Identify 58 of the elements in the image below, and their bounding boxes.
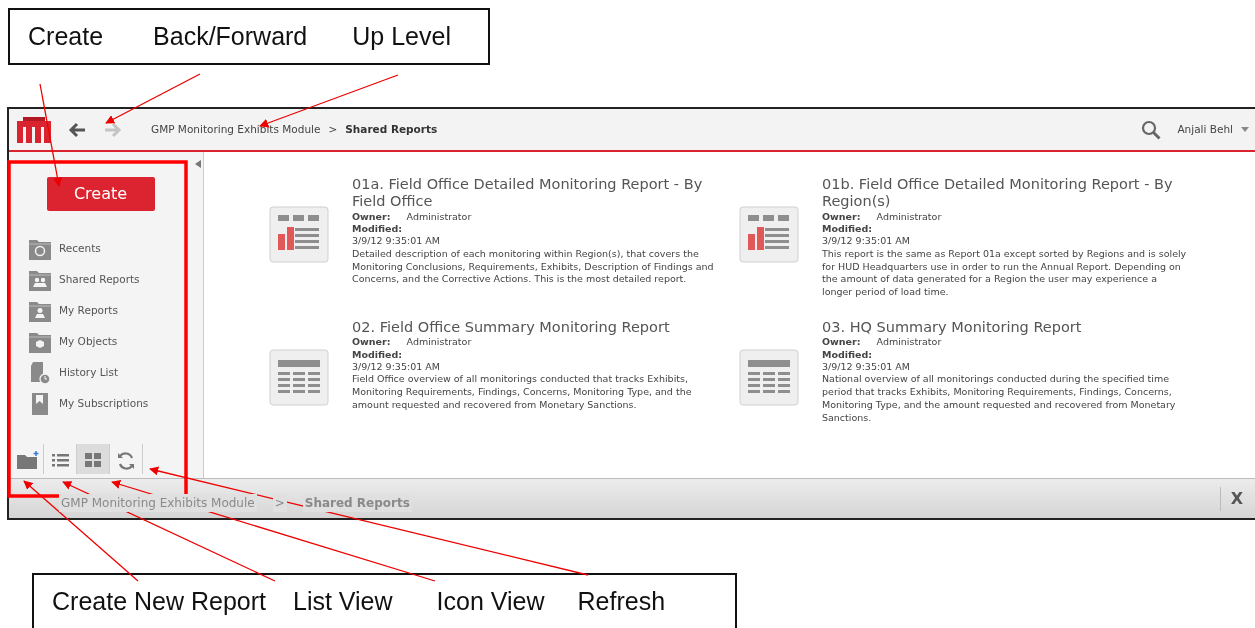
callout-label: Icon View [436,585,545,617]
collapse-icon[interactable] [194,160,201,168]
logo-icon [17,116,51,143]
sidebar-item[interactable]: My Reports [59,302,118,319]
report-description: Detailed description of each monitoring within Region(s), that covers the Monitoring Conclusions, Requirements, Exhibits, Description of Findings and Concerns, and the Corrective Actions. This is the most detailed report. [352,247,715,287]
breadcrumb-current: Shared Reports [345,121,438,137]
report-title[interactable]: 02. Field Office Summary Monitoring Report [352,319,722,337]
callout-label: Refresh [577,585,666,617]
document-clock-icon[interactable] [29,361,51,384]
chart-report-icon[interactable] [269,206,330,264]
owner-label: Owner: [822,210,861,224]
create-button[interactable]: Create [46,177,155,211]
report-description: Field Office overview of all monitorings conducted that tracks Exhibits, Monitoring Requirements, Findings, Concerns, Monitoring Type, and the amount requested and recovered from Monetary Sanctions. [352,373,693,412]
modified-value: 3/9/12 9:35:01 AM [352,361,441,374]
search-icon[interactable] [1141,119,1162,140]
sidebar-item[interactable]: My Objects [59,333,118,350]
owner-value: Administrator [876,210,942,224]
table-report-icon[interactable] [269,349,330,408]
modified-value: 3/9/12 9:35:01 AM [822,361,911,374]
bookmark-icon[interactable] [29,392,51,415]
owner-value: Administrator [406,210,472,224]
sidebar-item[interactable]: Recents [59,240,101,257]
modified-value: 3/9/12 9:35:01 AM [352,235,441,248]
sidebar-item[interactable]: History List [59,364,119,381]
modified-value: 3/9/12 9:35:01 AM [822,235,911,248]
breadcrumb-separator: > [328,121,338,137]
breadcrumb-link[interactable]: GMP Monitoring Exhibits Module [151,121,321,138]
close-button[interactable]: X [1219,486,1253,511]
sidebar-item[interactable]: My Subscriptions [59,395,149,412]
table-report-icon[interactable] [739,349,800,408]
owner-value: Administrator [406,336,472,349]
owner-label: Owner: [352,210,391,224]
box-folder-icon[interactable] [29,330,51,353]
back-arrow-icon[interactable] [67,120,87,139]
callout-label: Up Level [352,20,451,52]
modified-label: Modified: [822,348,874,362]
owner-label: Owner: [352,336,391,349]
callout-label: Create [28,20,104,52]
report-title[interactable]: 01b. Field Office Detailed Monitoring Report - By Region(s) [822,176,1192,211]
user-menu[interactable]: Anjali Behl [1177,121,1233,138]
report-title[interactable]: 01a. Field Office Detailed Monitoring Report - By Field Office [352,176,722,211]
report-title[interactable]: 03. HQ Summary Monitoring Report [822,319,1192,337]
callout-label: Back/Forward [153,20,308,52]
modified-label: Modified: [352,348,404,362]
modified-label: Modified: [822,223,874,236]
owner-value: Administrator [876,336,942,349]
owner-label: Owner: [822,336,861,349]
sidebar-item[interactable]: Shared Reports [59,271,140,288]
callout-label: Create New Report [52,585,266,617]
caret-icon[interactable] [1241,127,1249,132]
person-folder-icon[interactable] [29,299,51,322]
report-description: National overview of all monitorings conducted during the specified time period that tracks Exhibits, Monitoring Requirements, Findings, Concerns, Monitoring Type, and the amount requested and recovered from Monetary Sanctions. [822,373,1177,425]
callout-label: List View [293,585,393,617]
people-folder-icon[interactable] [29,268,51,291]
modified-label: Modified: [352,223,404,236]
report-description: This report is the same as Report 01a except sorted by Regions and is solely for HUD Headquarters use in order to run the Annual Report. Depending on the amount of data generated for a Region the user may experience a longer period of load time. [822,247,1187,300]
clock-folder-icon[interactable] [29,237,51,260]
chart-report-icon[interactable] [739,206,800,264]
